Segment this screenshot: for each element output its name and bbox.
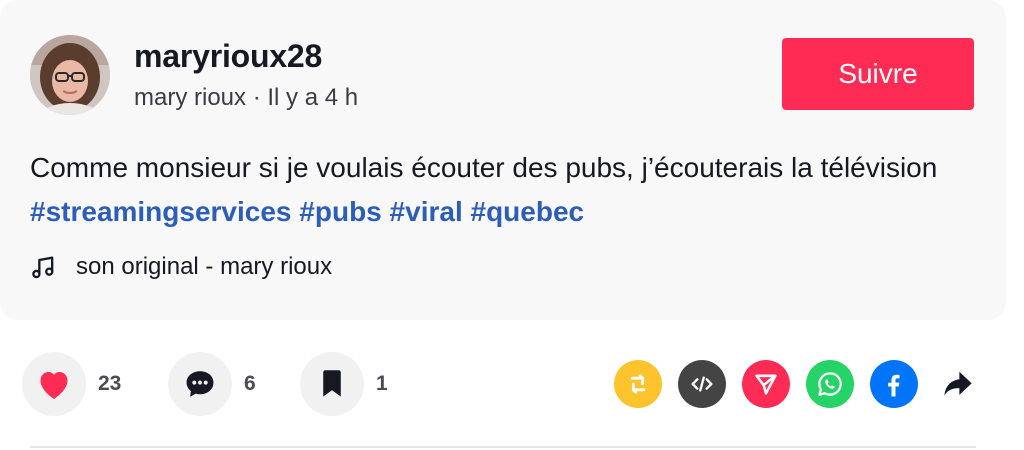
- repost-button[interactable]: [614, 360, 662, 408]
- whatsapp-icon: [818, 372, 842, 396]
- hashtag-link[interactable]: #pubs: [299, 196, 381, 227]
- username[interactable]: maryrioux28: [134, 38, 322, 75]
- heart-icon: [40, 372, 68, 399]
- author-meta: mary rioux · Il y a 4 h: [134, 84, 358, 112]
- display-name[interactable]: mary rioux: [134, 84, 246, 111]
- share-more-button[interactable]: [934, 360, 982, 408]
- share-arrow-icon: [944, 371, 972, 396]
- meta-separator: ·: [246, 84, 268, 111]
- hashtag-link[interactable]: #streamingservices: [30, 196, 292, 227]
- embed-button[interactable]: [678, 360, 726, 408]
- whatsapp-share-button[interactable]: [806, 360, 854, 408]
- divider: [30, 446, 976, 448]
- description-text: Comme monsieur si je voulais écouter des…: [30, 152, 938, 183]
- music-link[interactable]: son original - mary rioux: [30, 250, 332, 284]
- music-label: son original - mary rioux: [76, 253, 333, 280]
- comment-count: 6: [244, 372, 256, 395]
- like-button[interactable]: [22, 352, 86, 416]
- facebook-share-button[interactable]: [870, 360, 918, 408]
- repost-icon: [630, 374, 646, 394]
- avatar[interactable]: [30, 35, 110, 115]
- follow-button[interactable]: Suivre: [782, 38, 974, 110]
- comment-icon: [186, 371, 214, 397]
- post-info-card: maryrioux28 mary rioux · Il y a 4 h Suiv…: [0, 0, 1006, 320]
- bookmark-icon: [323, 370, 341, 397]
- comment-button[interactable]: [168, 352, 232, 416]
- post-description: Comme monsieur si je voulais écouter des…: [30, 146, 980, 234]
- send-to-friends-button[interactable]: [742, 360, 790, 408]
- music-note-icon: [32, 256, 54, 279]
- facebook-icon: [888, 374, 900, 397]
- comment-action: 6: [168, 352, 256, 416]
- bookmark-count: 1: [376, 372, 388, 395]
- bookmark-button[interactable]: [300, 352, 364, 416]
- send-to-friends-icon: [755, 374, 777, 395]
- like-action: 23: [22, 352, 121, 416]
- hashtag-link[interactable]: #viral: [390, 196, 463, 227]
- avatar-image: [30, 35, 110, 115]
- bookmark-action: 1: [300, 352, 388, 416]
- post-time: Il y a 4 h: [267, 84, 359, 111]
- hashtag-link[interactable]: #quebec: [471, 196, 585, 227]
- embed-icon: [691, 376, 713, 392]
- like-count: 23: [98, 372, 122, 395]
